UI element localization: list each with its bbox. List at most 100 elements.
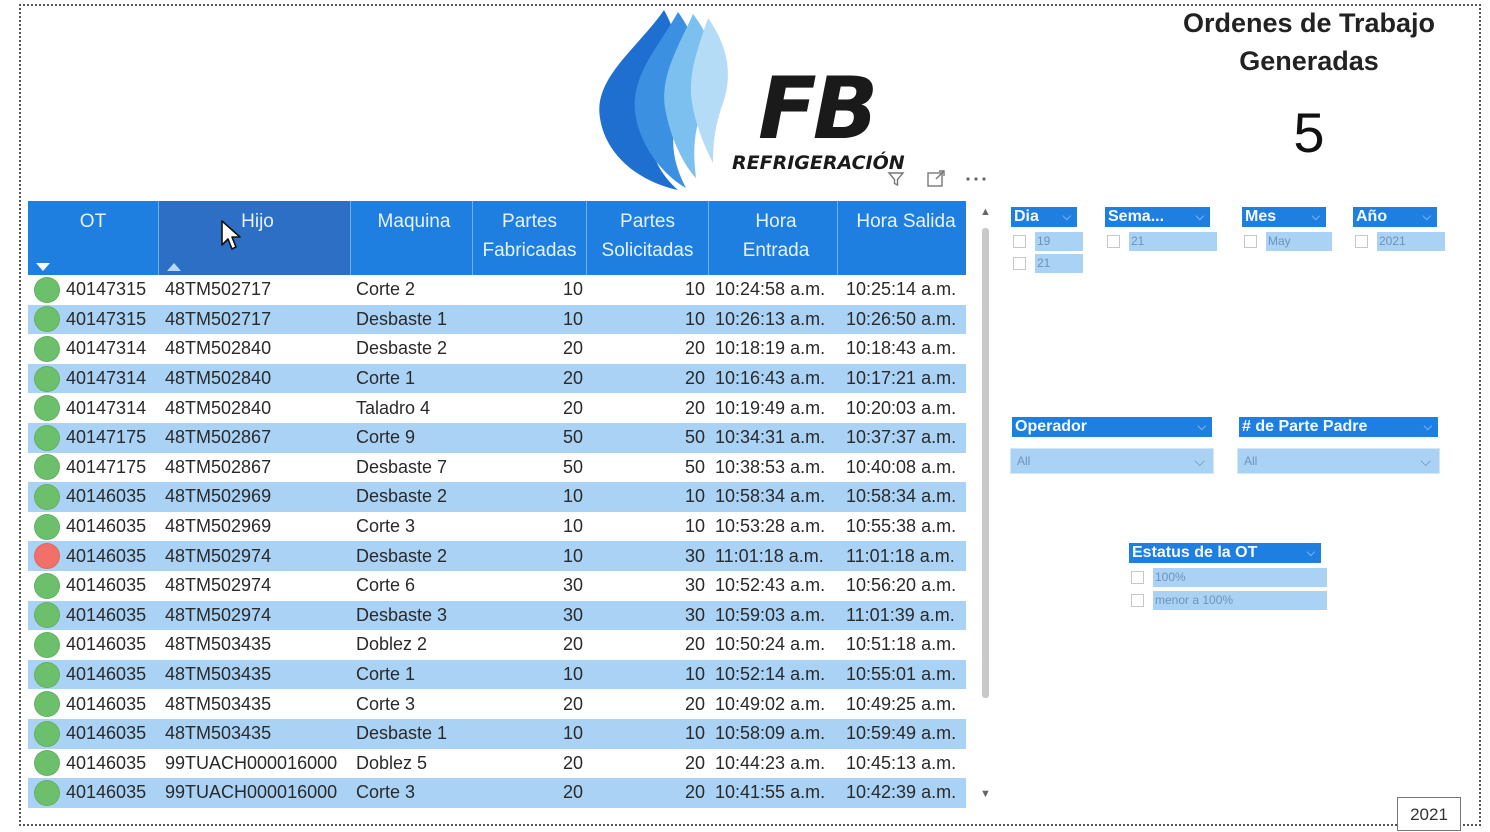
cell-ot: 40147314 bbox=[28, 395, 159, 422]
cell-partes-solicitadas: 20 bbox=[684, 397, 705, 418]
cell-partes-fabricadas: 20 bbox=[562, 397, 583, 418]
chevron-down-icon: ⌵ bbox=[1062, 211, 1071, 223]
cell-hijo: 48TM502840 bbox=[165, 368, 272, 389]
cell-maquina: Doblez 2 bbox=[356, 634, 428, 655]
page-tab-2021[interactable]: 2021 bbox=[1397, 797, 1461, 831]
cell-hijo: 48TM502840 bbox=[165, 397, 272, 418]
cell-partes-solicitadas: 20 bbox=[684, 782, 705, 803]
cell-maquina: Taladro 4 bbox=[356, 397, 431, 418]
table-row[interactable]: 40147315 48TM502717 Desbaste 1 10 10 10:26:13… bbox=[28, 304, 966, 335]
slicer-dia-item[interactable]: 21 bbox=[1013, 254, 1083, 273]
column-header-hora-entrada[interactable]: Hora Entrada bbox=[709, 201, 838, 275]
checkbox[interactable] bbox=[1355, 235, 1368, 248]
cell-hora-salida: 10:51:18 a.m. bbox=[846, 634, 957, 655]
slicer-semana-header[interactable]: Sema... ⌵ bbox=[1105, 207, 1210, 227]
table-row[interactable]: 40146035 99TUACH000016000 Corte 3 20 20 10:41… bbox=[28, 778, 966, 808]
cell-hora-entrada: 10:19:49 a.m. bbox=[715, 397, 826, 418]
cell-hora-salida: 10:49:25 a.m. bbox=[846, 693, 957, 714]
cell-maquina: Corte 2 bbox=[356, 279, 416, 300]
slicer-estatus-item[interactable]: 100% bbox=[1131, 568, 1327, 587]
scroll-down-icon[interactable]: ▼ bbox=[980, 788, 991, 800]
cell-partes-fabricadas: 10 bbox=[562, 545, 583, 566]
table-row[interactable]: 40146035 48TM502969 Desbaste 2 10 10 10:58:34… bbox=[28, 482, 966, 512]
checkbox[interactable] bbox=[1131, 571, 1144, 584]
cell-partes-fabricadas: 10 bbox=[562, 279, 583, 300]
slicer-estatus-header[interactable]: Estatus de la OT ⌵ bbox=[1129, 543, 1321, 563]
slicer-dia-header[interactable]: Dia ⌵ bbox=[1011, 207, 1077, 227]
slicer-estatus-item[interactable]: menor a 100% bbox=[1131, 591, 1327, 610]
status-indicator-icon bbox=[34, 750, 60, 777]
cell-hora-salida: 10:55:38 a.m. bbox=[846, 516, 957, 537]
cell-hora-salida: 10:37:37 a.m. bbox=[846, 427, 957, 448]
column-header-hora-salida[interactable]: Hora Salida bbox=[838, 201, 966, 275]
checkbox[interactable] bbox=[1107, 235, 1120, 248]
sort-descending-icon bbox=[36, 263, 50, 271]
cell-maquina: Desbaste 2 bbox=[356, 486, 448, 507]
cell-hijo: 99TUACH000016000 bbox=[165, 782, 338, 803]
checkbox[interactable] bbox=[1013, 235, 1026, 248]
slicer-parte-padre-header[interactable]: # de Parte Padre ⌵ bbox=[1239, 417, 1438, 437]
cell-partes-solicitadas: 50 bbox=[684, 456, 705, 477]
table-row[interactable]: 40147175 48TM502867 Desbaste 7 50 50 10:38:53… bbox=[28, 453, 966, 483]
cell-ot: 40147315 bbox=[28, 306, 159, 333]
slicer-anio-header[interactable]: Año ⌵ bbox=[1353, 207, 1437, 227]
column-header-ot[interactable]: OT bbox=[28, 201, 159, 275]
more-options-icon[interactable] bbox=[964, 167, 988, 191]
table-row[interactable]: 40146035 48TM502974 Desbaste 2 10 30 11:01:18… bbox=[28, 541, 966, 571]
table-row[interactable]: 40146035 48TM502974 Corte 6 30 30 10:52:43 a.… bbox=[28, 571, 966, 601]
status-indicator-icon bbox=[34, 276, 60, 303]
column-header-maquina[interactable]: Maquina bbox=[351, 201, 473, 275]
cell-hora-entrada: 11:01:18 a.m. bbox=[715, 545, 824, 566]
table-row[interactable]: 40146035 48TM503435 Doblez 2 20 20 10:50:24 a… bbox=[28, 630, 966, 660]
focus-mode-icon[interactable] bbox=[924, 167, 948, 191]
cell-hora-salida: 11:01:18 a.m. bbox=[846, 545, 955, 566]
slicer-anio-item[interactable]: 2021 bbox=[1355, 232, 1445, 251]
cell-hijo: 99TUACH000016000 bbox=[165, 752, 338, 773]
table-scrollbar[interactable]: ▲ ▼ bbox=[977, 206, 993, 800]
slicer-semana-item[interactable]: 21 bbox=[1107, 232, 1217, 251]
table-row[interactable]: 40146035 48TM502974 Desbaste 3 30 30 10:59:03… bbox=[28, 600, 966, 631]
cell-hora-entrada: 10:52:14 a.m. bbox=[715, 664, 826, 685]
parte-padre-dropdown[interactable]: All ⌵ bbox=[1237, 448, 1440, 474]
status-indicator-icon bbox=[34, 602, 60, 629]
scroll-up-icon[interactable]: ▲ bbox=[980, 206, 991, 218]
cell-maquina: Corte 3 bbox=[356, 693, 416, 714]
table-row[interactable]: 40147314 48TM502840 Corte 1 20 20 10:16:43 a.… bbox=[28, 363, 966, 394]
table-row[interactable]: 40146035 48TM502969 Corte 3 10 10 10:53:28 a.… bbox=[28, 512, 966, 542]
cell-hijo: 48TM503435 bbox=[165, 664, 272, 685]
cell-hora-entrada: 10:16:43 a.m. bbox=[715, 368, 826, 389]
table-row[interactable]: 40147314 48TM502840 Desbaste 2 20 20 10:18:19… bbox=[28, 334, 966, 364]
checkbox[interactable] bbox=[1013, 257, 1026, 270]
checkbox[interactable] bbox=[1244, 235, 1257, 248]
cell-hora-salida: 10:56:20 a.m. bbox=[846, 575, 957, 596]
table-row[interactable]: 40147175 48TM502867 Corte 9 50 50 10:34:31 a.… bbox=[28, 422, 966, 453]
cell-ot: 40146035 bbox=[28, 572, 159, 599]
cell-hora-salida: 10:25:14 a.m. bbox=[846, 279, 957, 300]
operador-dropdown[interactable]: All ⌵ bbox=[1010, 448, 1214, 474]
cell-ot: 40146035 bbox=[28, 602, 159, 629]
table-row[interactable]: 40146035 48TM503435 Desbaste 1 10 10 10:58:09… bbox=[28, 718, 966, 749]
slicer-operador-header[interactable]: Operador ⌵ bbox=[1012, 417, 1212, 437]
status-indicator-icon bbox=[34, 395, 60, 422]
table-row[interactable]: 40146035 48TM503435 Corte 3 20 20 10:49:02 a.… bbox=[28, 689, 966, 719]
kpi-title: Ordenes de Trabajo Generadas bbox=[1146, 4, 1472, 80]
table-row[interactable]: 40146035 99TUACH000016000 Doblez 5 20 20 10:4… bbox=[28, 749, 966, 779]
slicer-mes-header[interactable]: Mes ⌵ bbox=[1242, 207, 1326, 227]
slicer-dia-item[interactable]: 19 bbox=[1013, 232, 1083, 251]
slicer-mes-item[interactable]: May bbox=[1244, 232, 1332, 251]
scroll-thumb[interactable] bbox=[982, 228, 989, 698]
table-row[interactable]: 40147314 48TM502840 Taladro 4 20 20 10:19:49 … bbox=[28, 393, 966, 423]
column-header-partes-solicitadas[interactable]: Partes Solicitadas bbox=[587, 201, 709, 275]
filter-icon[interactable] bbox=[884, 167, 908, 191]
cell-hora-entrada: 10:38:53 a.m. bbox=[715, 456, 826, 477]
cell-partes-fabricadas: 10 bbox=[562, 516, 583, 537]
cell-maquina: Doblez 5 bbox=[356, 752, 428, 773]
column-header-partes-fabricadas[interactable]: Partes Fabricadas bbox=[473, 201, 587, 275]
checkbox[interactable] bbox=[1131, 594, 1144, 607]
cell-maquina: Corte 1 bbox=[356, 664, 416, 685]
column-header-hijo[interactable]: Hijo bbox=[159, 201, 351, 275]
cell-partes-solicitadas: 20 bbox=[684, 368, 705, 389]
chevron-down-icon: ⌵ bbox=[1422, 211, 1431, 223]
table-row[interactable]: 40147315 48TM502717 Corte 2 10 10 10:24:58 a.… bbox=[28, 275, 966, 305]
table-row[interactable]: 40146035 48TM503435 Corte 1 10 10 10:52:14 a.… bbox=[28, 659, 966, 690]
